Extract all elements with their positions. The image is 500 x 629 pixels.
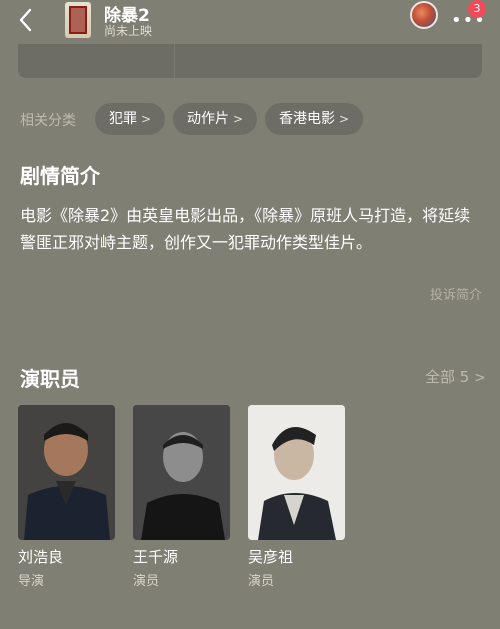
cast-role: 演员 (133, 574, 160, 589)
chevron-right-icon: > (474, 370, 486, 386)
cast-heading: 演职员 (20, 367, 80, 391)
report-synopsis-link[interactable]: 投诉简介 (430, 284, 482, 303)
chevron-right-icon: > (141, 112, 152, 126)
chevron-right-icon: > (339, 112, 350, 126)
notification-badge: 3 (468, 0, 486, 18)
cast-role: 演员 (248, 574, 275, 589)
tag-hk-film[interactable]: 香港电影 > (265, 103, 364, 135)
cast-card[interactable]: 王千源 演员 (133, 405, 230, 589)
view-all-label: 全部 5 (425, 368, 470, 386)
user-avatar[interactable] (410, 1, 438, 29)
tag-label: 香港电影 (279, 111, 335, 127)
synopsis-text: 电影《除暴2》由英皇电影出品，《除暴》原班人马打造，将延续警匪正邪对峙主题，创作… (20, 206, 471, 252)
movie-poster-thumbnail[interactable] (65, 2, 91, 38)
cast-photo (248, 405, 345, 540)
tag-crime[interactable]: 犯罪 > (95, 103, 166, 135)
back-arrow-icon[interactable] (12, 4, 40, 34)
cast-role: 导演 (18, 574, 45, 589)
top-bar: 除暴2 尚未上映 ••• 3 (0, 0, 500, 44)
synopsis-heading: 剧情简介 (20, 164, 100, 188)
cast-name: 刘浩良 (18, 548, 64, 566)
cast-name: 吴彦祖 (248, 548, 294, 566)
card-divider (174, 44, 175, 78)
tag-label: 动作片 (187, 111, 229, 127)
view-all-cast-link[interactable]: 全部 5 > (425, 366, 486, 387)
tag-label: 犯罪 (109, 111, 137, 127)
release-status: 尚未上映 (104, 24, 153, 38)
cast-photo (18, 405, 115, 540)
cast-card[interactable]: 吴彦祖 演员 (248, 405, 345, 589)
info-card-bottom (18, 44, 482, 78)
cast-card[interactable]: 刘浩良 导演 (18, 405, 115, 589)
cast-photo (133, 405, 230, 540)
related-categories-label: 相关分类 (20, 113, 76, 129)
tag-action[interactable]: 动作片 > (173, 103, 258, 135)
cast-name: 王千源 (133, 548, 179, 566)
chevron-right-icon: > (233, 112, 244, 126)
